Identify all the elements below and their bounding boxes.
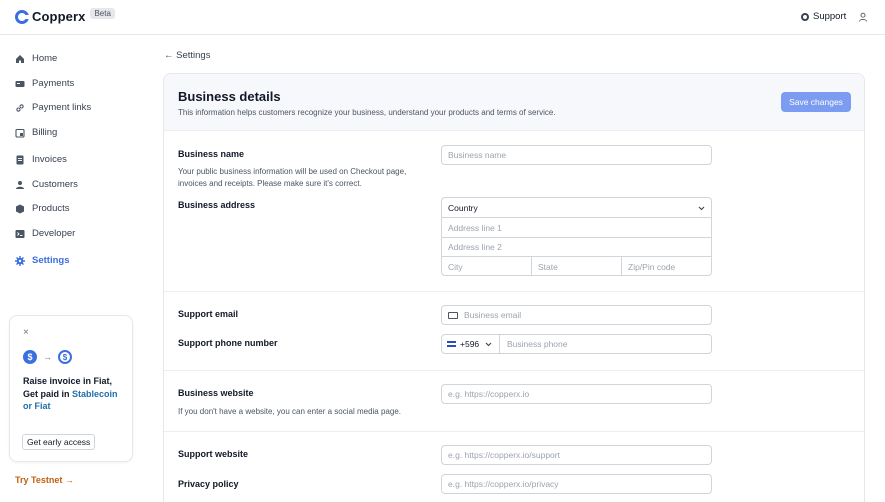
- mail-icon: [448, 311, 458, 319]
- section-divider: [164, 291, 864, 292]
- promo-line: Raise invoice in Fiat,: [23, 376, 113, 386]
- support-label: Support: [813, 11, 847, 22]
- sidebar-item-label: Products: [32, 203, 70, 214]
- address-line1-placeholder: Address line 1: [448, 223, 502, 233]
- user-icon[interactable]: [858, 12, 868, 22]
- products-icon: [16, 204, 24, 213]
- developer-icon: [15, 229, 25, 238]
- promo-card: × $ → $ Raise invoice in Fiat, Get paid …: [9, 315, 133, 462]
- chevron-down-icon: [485, 342, 492, 346]
- zip-placeholder: Zip/Pin code: [628, 261, 676, 272]
- business-name-help: Your public business information will be…: [178, 167, 407, 188]
- sidebar-item-label: Invoices: [32, 154, 67, 165]
- back-to-settings-link[interactable]: ← Settings: [164, 50, 210, 61]
- try-testnet-link[interactable]: Try Testnet →: [15, 475, 74, 485]
- card-subtitle: This information helps customers recogni…: [178, 108, 556, 117]
- close-icon[interactable]: ×: [23, 327, 29, 338]
- sidebar-item-developer[interactable]: Developer: [15, 228, 75, 239]
- business-website-label: Business website: [178, 388, 254, 398]
- state-placeholder: State: [538, 261, 558, 272]
- promo-highlight: Stablecoin: [72, 388, 118, 399]
- support-email-label: Support email: [178, 309, 239, 319]
- flag-icon: [447, 341, 456, 347]
- lifebuoy-icon: [801, 12, 809, 21]
- business-website-input[interactable]: e.g. https://copperx.io: [441, 384, 712, 404]
- section-divider: [164, 431, 864, 432]
- support-phone-label: Support phone number: [178, 338, 278, 348]
- home-icon: [16, 54, 24, 63]
- card-title: Business details: [178, 89, 281, 104]
- business-details-card: Business details This information helps …: [163, 73, 865, 502]
- promo-text: Raise invoice in Fiat, Get paid in Stabl…: [23, 375, 131, 413]
- privacy-policy-placeholder: e.g. https://copperx.io/privacy: [448, 479, 559, 489]
- address-line1-input[interactable]: Address line 1: [442, 218, 711, 238]
- sidebar-item-label: Billing: [32, 127, 58, 138]
- country-value: Country: [448, 203, 478, 213]
- get-early-access-button[interactable]: Get early access: [22, 434, 96, 450]
- brand-name: Copperx: [32, 9, 86, 24]
- beta-badge: Beta: [90, 8, 115, 19]
- sidebar-item-billing[interactable]: Billing: [15, 127, 57, 138]
- chevron-down-icon: [698, 206, 705, 210]
- sidebar-item-label: Payments: [32, 78, 75, 89]
- save-changes-button[interactable]: Save changes: [781, 92, 851, 112]
- business-address-label: Business address: [178, 200, 256, 210]
- top-bar: Copperx Beta Support: [0, 0, 885, 35]
- promo-line: Get paid in Stablecoin: [23, 388, 131, 401]
- billing-icon: [15, 128, 25, 138]
- sidebar-item-payments[interactable]: Payments: [15, 78, 74, 89]
- business-website-help: If you don't have a website, you can ent…: [178, 407, 401, 416]
- city-input[interactable]: City: [442, 257, 531, 276]
- support-website-placeholder: e.g. https://copperx.io/support: [448, 450, 560, 460]
- invoice-icon: [16, 155, 24, 164]
- support-website-label: Support website: [178, 449, 249, 459]
- promo-line-text: Get paid in: [23, 388, 73, 399]
- support-email-placeholder: Business email: [464, 310, 522, 320]
- address-line2-input[interactable]: Address line 2: [442, 237, 711, 257]
- privacy-policy-label: Privacy policy: [178, 479, 239, 489]
- city-placeholder: City: [448, 261, 463, 272]
- business-website-placeholder: e.g. https://copperx.io: [448, 389, 530, 399]
- sidebar-item-settings[interactable]: Settings: [15, 255, 69, 266]
- promo-highlight: or Fiat: [23, 401, 51, 411]
- sidebar-item-invoices[interactable]: Invoices: [15, 154, 67, 165]
- sidebar-item-label: Payment links: [32, 102, 92, 113]
- business-address-group: Country Address line 1 Address line 2 Ci…: [441, 197, 712, 276]
- link-icon: [16, 103, 24, 112]
- promo-icons: $ → $: [23, 350, 72, 364]
- payments-icon: [15, 80, 25, 87]
- stablecoin-icon: $: [58, 350, 72, 364]
- sidebar-item-payment-links[interactable]: Payment links: [15, 102, 91, 113]
- settings-icon: [15, 255, 25, 266]
- dollar-icon: $: [23, 350, 37, 364]
- country-select[interactable]: Country: [442, 198, 711, 218]
- country-code-select[interactable]: +596: [442, 335, 500, 353]
- support-email-input[interactable]: Business email: [441, 305, 712, 325]
- support-phone-placeholder: Business phone: [507, 339, 568, 349]
- zip-input[interactable]: Zip/Pin code: [622, 257, 711, 276]
- business-name-placeholder: Business name: [448, 150, 507, 160]
- sidebar-item-label: Home: [32, 53, 58, 64]
- sidebar-item-label: Developer: [32, 228, 76, 239]
- support-link[interactable]: Support: [801, 11, 846, 22]
- sidebar-item-home[interactable]: Home: [15, 53, 57, 64]
- arrow-right-icon: →: [43, 352, 52, 362]
- sidebar-item-label: Settings: [32, 255, 70, 266]
- customers-icon: [16, 180, 24, 189]
- business-name-label: Business name: [178, 149, 245, 159]
- copperx-logo-icon: [15, 9, 29, 24]
- country-code-value: +596: [460, 339, 480, 349]
- address-line2-placeholder: Address line 2: [448, 242, 502, 252]
- sidebar-item-label: Customers: [32, 179, 78, 190]
- sidebar-item-products[interactable]: Products: [15, 203, 70, 214]
- support-website-input[interactable]: e.g. https://copperx.io/support: [441, 445, 712, 465]
- state-input[interactable]: State: [532, 257, 621, 276]
- privacy-policy-input[interactable]: e.g. https://copperx.io/privacy: [441, 474, 712, 494]
- card-header: Business details This information helps …: [164, 74, 864, 131]
- section-divider: [164, 370, 864, 371]
- business-name-input[interactable]: Business name: [441, 145, 712, 165]
- sidebar-item-customers[interactable]: Customers: [15, 179, 78, 190]
- copperx-logo[interactable]: Copperx Beta: [15, 8, 115, 24]
- support-phone-input[interactable]: +596 Business phone: [441, 334, 712, 354]
